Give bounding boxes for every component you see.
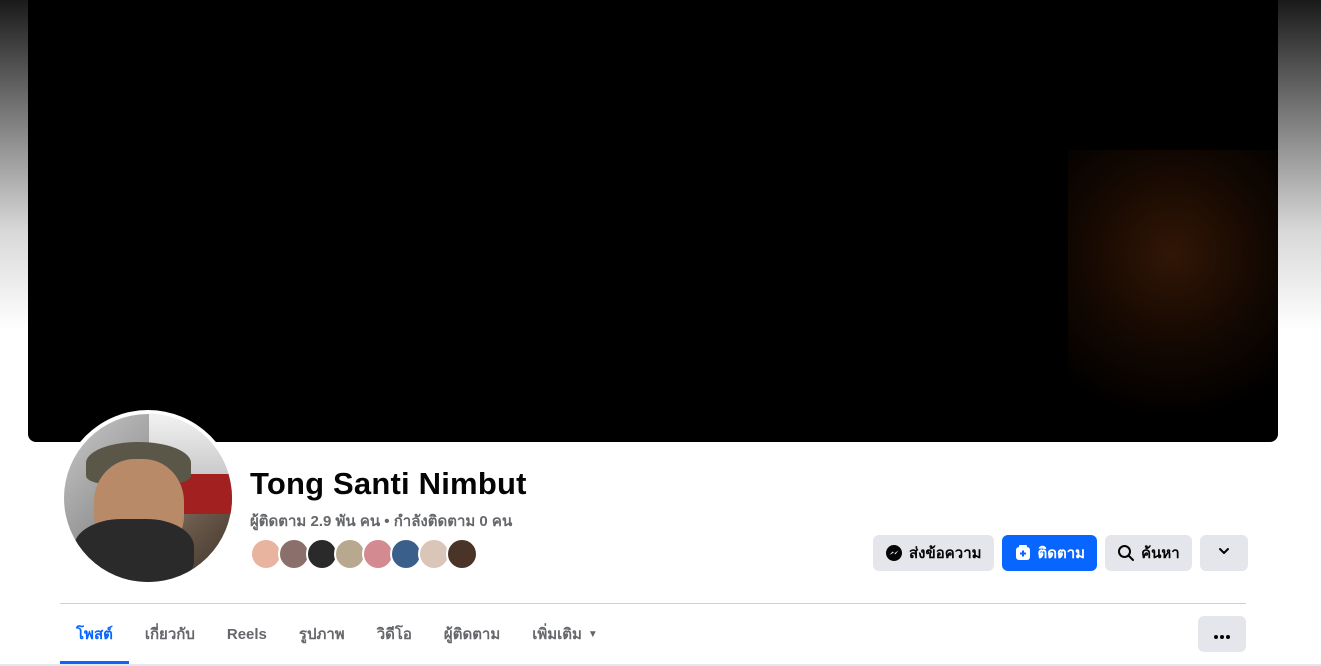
tab-photos[interactable]: รูปภาพ	[283, 604, 361, 664]
follow-button[interactable]: ติดตาม	[1001, 535, 1098, 571]
friend-avatar[interactable]	[446, 538, 478, 570]
profile-name: Tong Santi Nimbut	[250, 466, 527, 501]
more-options-button[interactable]	[1198, 616, 1246, 652]
search-button-label: ค้นหา	[1141, 545, 1180, 562]
tab-videos[interactable]: วิดีโอ	[361, 604, 428, 664]
message-button[interactable]: ส่งข้อความ	[873, 535, 994, 571]
more-dots-icon	[1214, 626, 1230, 643]
tab-about[interactable]: เกี่ยวกับ	[129, 604, 211, 664]
tab-more[interactable]: เพิ่มเติม ▼	[516, 604, 614, 664]
follower-stats[interactable]: ผู้ติดตาม 2.9 พัน คน • กำลังติดตาม 0 คน	[250, 509, 512, 533]
profile-tabs: โพสต์ เกี่ยวกับ Reels รูปภาพ วิดีโอ ผู้ต…	[60, 604, 614, 664]
profile-actions: ส่งข้อความ ติดตาม ค้นหา	[873, 535, 1248, 571]
profile-picture[interactable]	[60, 410, 236, 586]
search-icon	[1117, 544, 1135, 562]
follow-plus-icon	[1014, 544, 1032, 562]
message-button-label: ส่งข้อความ	[909, 545, 982, 562]
dropdown-button[interactable]	[1199, 535, 1248, 571]
messenger-icon	[885, 544, 903, 562]
cover-photo[interactable]	[28, 0, 1278, 442]
friends-preview[interactable]	[250, 538, 478, 572]
caret-down-icon: ▼	[587, 628, 598, 640]
search-button[interactable]: ค้นหา	[1105, 535, 1192, 571]
cover-photo-glow	[1068, 150, 1278, 410]
tab-posts[interactable]: โพสต์	[60, 604, 129, 664]
avatar	[64, 414, 232, 582]
tab-reels[interactable]: Reels	[211, 604, 283, 664]
follow-button-label: ติดตาม	[1037, 545, 1086, 562]
tab-followers[interactable]: ผู้ติดตาม	[428, 604, 516, 664]
chevron-down-icon	[1217, 544, 1231, 562]
